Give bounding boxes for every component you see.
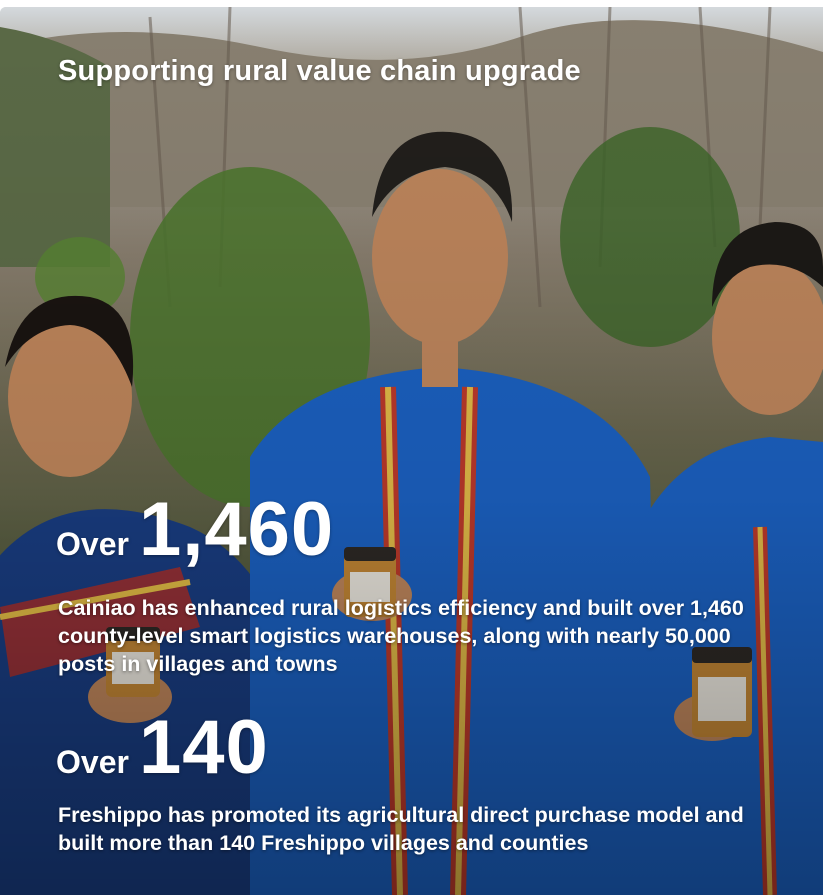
story-card: Supporting rural value chain upgrade Ove… bbox=[0, 0, 823, 895]
card-title: Supporting rural value chain upgrade bbox=[58, 55, 581, 87]
stat-warehouses: Over 1,460 bbox=[56, 492, 334, 568]
stat-description: Freshippo has promoted its agricultural … bbox=[58, 803, 744, 855]
stat-number: 1,460 bbox=[138, 487, 335, 572]
stat-prefix: Over bbox=[56, 744, 129, 780]
stat-description: Cainiao has enhanced rural logistics eff… bbox=[58, 596, 744, 676]
stat-number: 140 bbox=[138, 705, 269, 790]
stat-villages: Over 140 bbox=[56, 710, 269, 786]
stat-prefix: Over bbox=[56, 526, 129, 562]
